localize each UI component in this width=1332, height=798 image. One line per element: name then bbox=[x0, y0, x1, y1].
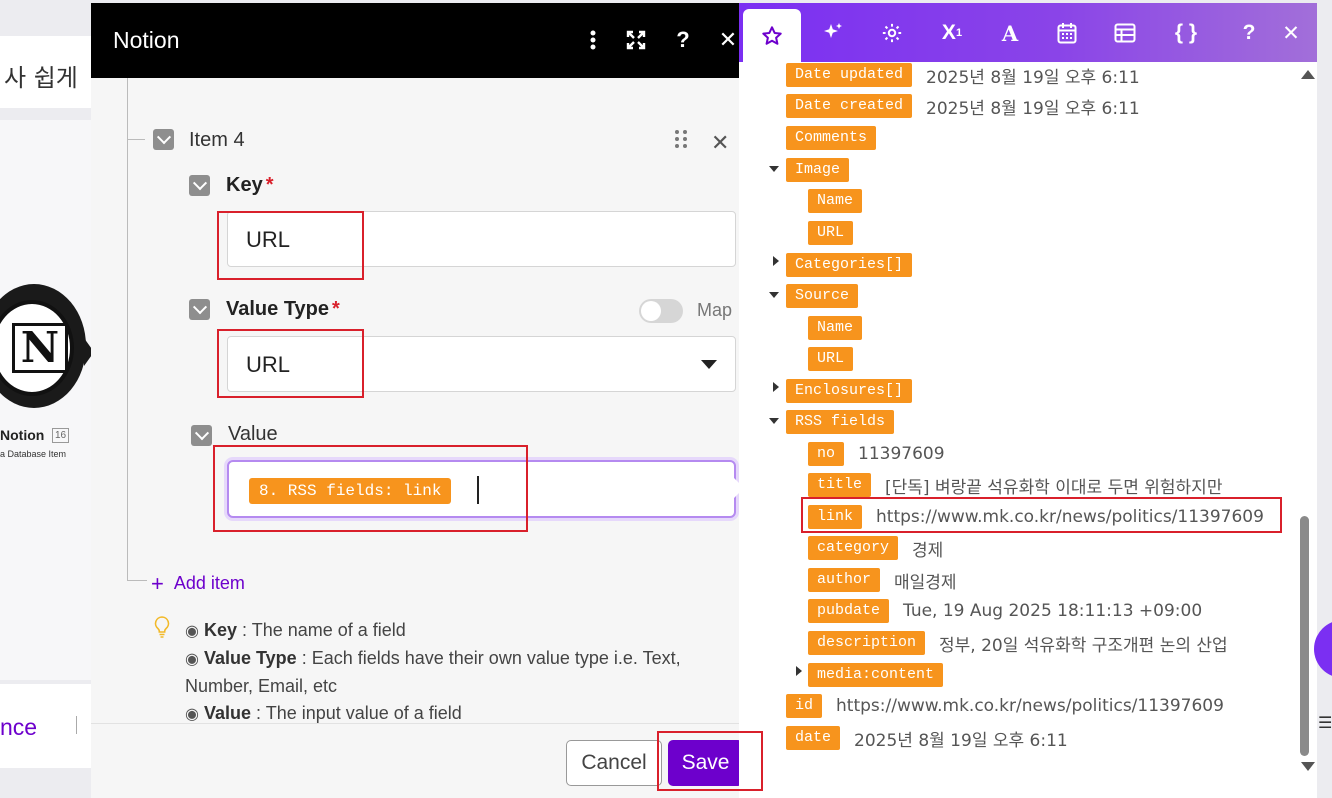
expand-toggle-icon[interactable] bbox=[796, 666, 802, 676]
tree-item[interactable]: Source bbox=[786, 283, 859, 309]
value-type-selected: URL bbox=[246, 352, 291, 377]
tree-item[interactable]: Name bbox=[808, 188, 863, 214]
value-type-label: Value Type * bbox=[226, 298, 340, 320]
scenario-top-card: 사 쉽게 bbox=[0, 36, 100, 108]
save-button[interactable]: Save bbox=[668, 740, 743, 786]
panel-title: Notion bbox=[113, 27, 180, 53]
key-input[interactable]: URL bbox=[227, 211, 736, 267]
item-collapse-checkbox[interactable] bbox=[153, 129, 174, 150]
superscript-icon[interactable]: X1 bbox=[935, 16, 969, 50]
expand-toggle-icon[interactable] bbox=[769, 166, 779, 172]
key-value: URL bbox=[246, 227, 291, 252]
calendar-icon[interactable] bbox=[1050, 16, 1084, 50]
tree-item[interactable]: author 매일경제 bbox=[808, 567, 957, 593]
help-text: ◉ Key : The name of a field ◉ Value Type… bbox=[185, 617, 725, 723]
item-label: Item 4 bbox=[189, 129, 245, 151]
tree-item[interactable]: Comments bbox=[786, 125, 877, 151]
panel-footer: Cancel Save bbox=[91, 723, 751, 798]
module-settings-panel: Notion ? ✕ Item 4 ✕ Key * URL Value Type * bbox=[91, 3, 751, 798]
tree-item[interactable]: RSS fields bbox=[786, 409, 895, 435]
chevron-down-icon bbox=[701, 360, 717, 369]
star-icon[interactable] bbox=[743, 9, 801, 62]
tree-item[interactable]: Date updated 2025년 8월 19일 오후 6:11 bbox=[786, 62, 1140, 88]
tree-item[interactable]: Enclosures[] bbox=[786, 378, 913, 404]
add-item-label: Add item bbox=[173, 573, 245, 593]
expand-toggle-icon[interactable] bbox=[769, 418, 779, 424]
scroll-up-icon[interactable] bbox=[1301, 70, 1315, 79]
map-toggle[interactable] bbox=[639, 299, 683, 323]
sparkle-icon[interactable] bbox=[816, 16, 850, 50]
tree-item[interactable]: Categories[] bbox=[786, 252, 913, 278]
expand-toggle-icon[interactable] bbox=[769, 292, 779, 298]
node-label: Notion bbox=[0, 427, 45, 443]
panel-header: Notion ? ✕ bbox=[91, 3, 751, 78]
tree-item[interactable]: Date created 2025년 8월 19일 오후 6:11 bbox=[786, 93, 1140, 119]
mapping-toolbar: X1 A { } ? ✕ bbox=[739, 3, 1317, 62]
tree-item[interactable]: id https://www.mk.co.kr/news/politics/113… bbox=[786, 693, 1224, 719]
checklist-icon[interactable]: ☰ bbox=[1318, 713, 1332, 733]
node-sublabel: a Database Item bbox=[0, 449, 67, 459]
value-collapse-checkbox[interactable] bbox=[191, 425, 212, 446]
cancel-button[interactable]: Cancel bbox=[566, 740, 662, 786]
divider bbox=[76, 716, 77, 734]
tree-item[interactable]: Name bbox=[808, 315, 863, 341]
mapping-panel: X1 A { } ? ✕ Date updated 2025년 8월 19일 오후… bbox=[739, 3, 1317, 798]
tree-line bbox=[127, 139, 145, 140]
tree-line bbox=[127, 78, 128, 580]
help-icon[interactable]: ? bbox=[1232, 16, 1266, 50]
more-vertical-icon[interactable] bbox=[578, 25, 608, 55]
help-icon[interactable]: ? bbox=[668, 25, 698, 55]
value-label: Value bbox=[228, 423, 278, 445]
value-type-select[interactable]: URL bbox=[227, 336, 736, 392]
canvas-edge bbox=[1317, 0, 1332, 798]
drag-handle-icon[interactable] bbox=[675, 130, 689, 150]
help-line-value: ◉ Value : The input value of a field bbox=[185, 703, 462, 723]
scroll-down-icon[interactable] bbox=[1301, 762, 1315, 771]
node-badge: 16 bbox=[52, 428, 70, 443]
tree-item[interactable]: date 2025년 8월 19일 오후 6:11 bbox=[786, 725, 1068, 751]
lightbulb-icon bbox=[154, 616, 170, 638]
add-item-button[interactable]: + Add item bbox=[151, 570, 245, 596]
plus-icon: + bbox=[151, 570, 164, 596]
key-label: Key * bbox=[226, 174, 274, 196]
scenario-top-text: 사 쉽게 bbox=[4, 64, 78, 92]
remove-item-icon[interactable]: ✕ bbox=[711, 130, 729, 156]
expand-toggle-icon[interactable] bbox=[773, 256, 779, 266]
panel-body: Item 4 ✕ Key * URL Value Type * Map URL Va… bbox=[91, 78, 751, 723]
tree-item[interactable]: pubdate Tue, 19 Aug 2025 18:11:13 +09:00 bbox=[808, 598, 1202, 624]
help-line-key: ◉ Key : The name of a field bbox=[185, 620, 406, 640]
text-icon[interactable]: A bbox=[993, 16, 1027, 50]
bottom-link[interactable]: nce bbox=[0, 714, 37, 741]
expand-toggle-icon[interactable] bbox=[773, 382, 779, 392]
tree-item[interactable]: no 11397609 bbox=[808, 441, 945, 467]
mapped-value-pill[interactable]: 8. RSS fields: link bbox=[249, 478, 452, 504]
mapping-tree: Date updated 2025년 8월 19일 오후 6:11 Date cr… bbox=[739, 62, 1317, 798]
text-cursor bbox=[477, 476, 479, 504]
tree-item[interactable]: Image bbox=[786, 157, 850, 183]
tree-item[interactable]: link https://www.mk.co.kr/news/politics/1… bbox=[808, 504, 1264, 530]
tree-item[interactable]: URL bbox=[808, 346, 854, 372]
tree-item[interactable]: title [단독] 벼랑끝 석유화학 이대로 두면 위험하지만 bbox=[808, 472, 1222, 498]
tree-item[interactable]: URL bbox=[808, 220, 854, 246]
map-toggle-label: Map bbox=[697, 300, 733, 320]
value-input[interactable]: 8. RSS fields: link bbox=[227, 460, 736, 518]
table-icon[interactable] bbox=[1108, 16, 1142, 50]
value-type-collapse-checkbox[interactable] bbox=[189, 299, 210, 320]
braces-icon[interactable]: { } bbox=[1169, 16, 1203, 50]
close-icon[interactable]: ✕ bbox=[1274, 16, 1308, 50]
expand-icon[interactable] bbox=[621, 25, 651, 55]
tree-line bbox=[127, 580, 147, 581]
gear-icon[interactable] bbox=[875, 16, 909, 50]
scrollbar-thumb[interactable] bbox=[1300, 516, 1309, 756]
tree-item[interactable]: media:content bbox=[808, 662, 944, 688]
scenario-bottom-bar: nce bbox=[0, 684, 92, 768]
tree-item[interactable]: category 경제 bbox=[808, 535, 943, 561]
key-collapse-checkbox[interactable] bbox=[189, 175, 210, 196]
help-line-value-type: ◉ Value Type : Each fields have their ow… bbox=[185, 648, 681, 696]
tree-item[interactable]: description 정부, 20일 석유화학 구조개편 논의 산업 bbox=[808, 630, 1228, 656]
